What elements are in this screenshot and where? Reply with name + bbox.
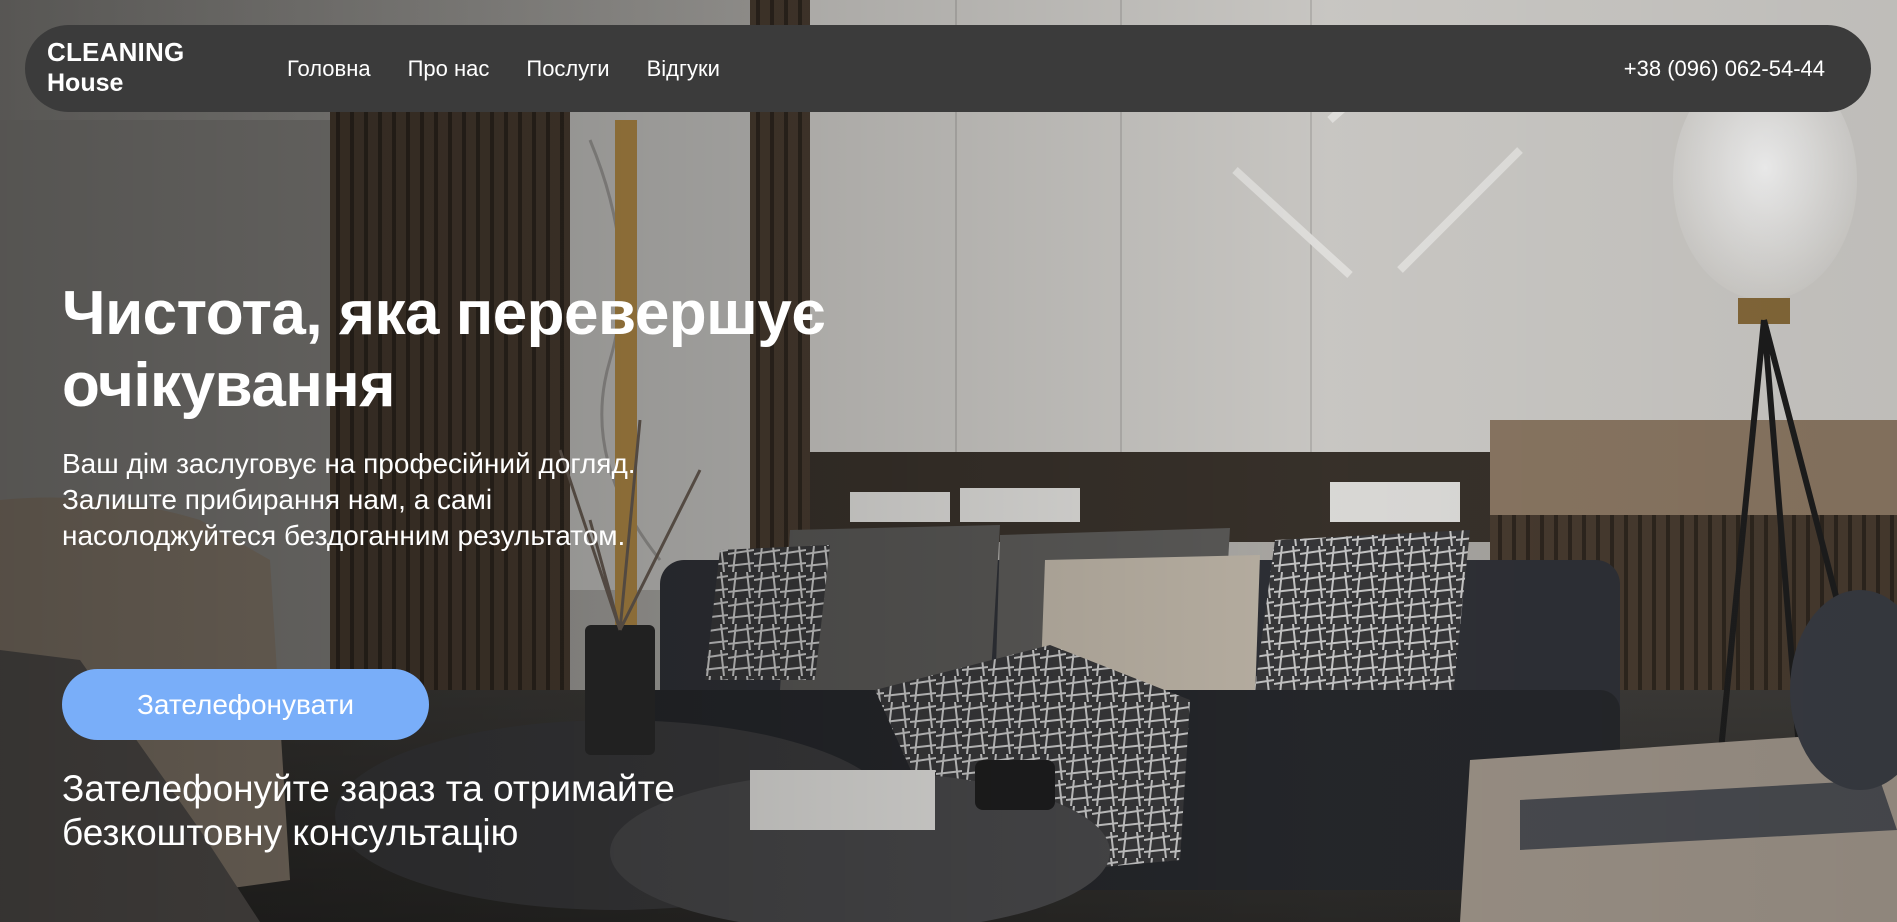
hero-description: Ваш дім заслуговує на професійний догляд… <box>62 448 636 551</box>
nav-link-about[interactable]: Про нас <box>408 56 490 82</box>
nav-link-services[interactable]: Послуги <box>526 56 609 82</box>
phone-number-link[interactable]: +38 (096) 062-54-44 <box>1624 56 1825 82</box>
nav-link-home[interactable]: Головна <box>287 56 371 82</box>
brand-name-line1: CLEANING <box>47 36 185 67</box>
hero-headline: Чистота, яка перевершує очікування <box>62 279 826 420</box>
hero-section: CLEANING House Головна Про нас Послуги В… <box>0 0 1897 922</box>
brand-name-line2: House <box>47 69 124 98</box>
main-menu: Головна Про нас Послуги Відгуки <box>287 56 720 82</box>
brand-logo[interactable]: CLEANING House <box>47 37 247 98</box>
call-button[interactable]: Зателефонувати <box>62 669 429 740</box>
top-navigation-bar: CLEANING House Головна Про нас Послуги В… <box>25 25 1871 112</box>
nav-link-reviews[interactable]: Відгуки <box>647 56 720 82</box>
call-promo-text: Зателефонуйте зараз та отримайте безкошт… <box>62 768 675 854</box>
